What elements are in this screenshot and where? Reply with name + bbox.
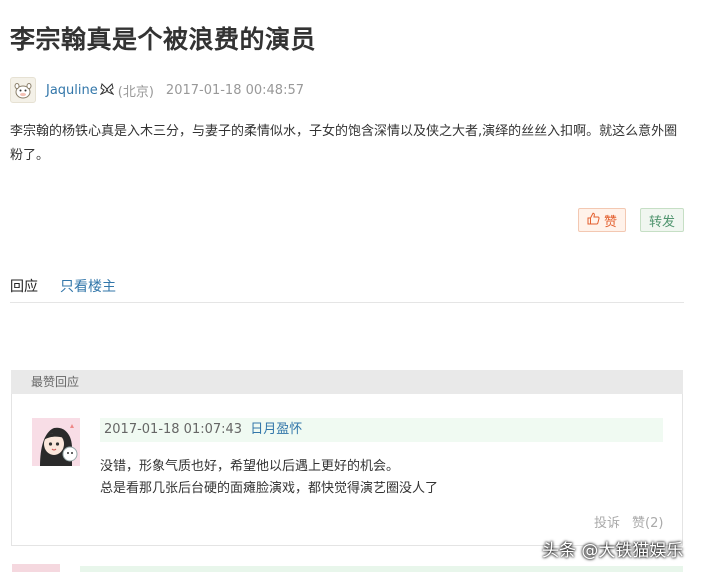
author-avatar[interactable] [10, 77, 36, 103]
reply-like-button[interactable]: 赞(2) [632, 512, 663, 531]
share-button[interactable]: 转发 [640, 208, 684, 232]
post-meta: Jaquline (北京) 2017-01-18 00:48:57 [10, 76, 304, 104]
watermark: 头条 @大铁猫娱乐 [542, 541, 684, 561]
reply-tabs: 回应 只看楼主 [10, 276, 116, 296]
next-reply-meta [80, 566, 683, 572]
post-title: 李宗翰真是个被浪费的演员 [10, 25, 317, 54]
report-button[interactable]: 投诉 [594, 512, 620, 531]
reply-line-2: 总是看那几张后台硬的面瘫脸演戏，都快觉得演艺圈没人了 [100, 481, 439, 496]
reply-line-1: 没错，形象气质也好，希望他以后遇上更好的机会。 [100, 459, 400, 474]
reply-username[interactable]: 日月盈怀 [250, 422, 302, 437]
reply-body: 没错，形象气质也好，希望他以后遇上更好的机会。 总是看那几张后台硬的面瘫脸演戏，… [100, 456, 660, 500]
author-location: (北京) [117, 84, 154, 100]
anime-avatar-icon [32, 418, 80, 466]
author-name[interactable]: Jaquline [46, 83, 98, 98]
hot-replies-header: 最赞回应 [11, 370, 683, 394]
tabs-divider [10, 302, 684, 303]
tab-replies[interactable]: 回应 [10, 276, 38, 296]
post-timestamp: 2017-01-18 00:48:57 [165, 82, 304, 98]
reply-actions: 投诉 赞(2) [594, 512, 663, 531]
butterfly-icon [99, 82, 115, 99]
like-label: 赞 [603, 214, 617, 230]
like-button[interactable]: 赞 [578, 208, 626, 232]
cow-avatar-icon [14, 83, 32, 99]
reply-timestamp: 2017-01-18 01:07:43 [104, 422, 243, 437]
next-reply-avatar[interactable] [12, 564, 60, 572]
thumbs-up-icon [587, 212, 600, 229]
reply-avatar[interactable] [32, 418, 80, 466]
reply-meta: 2017-01-18 01:07:43 日月盈怀 [100, 418, 663, 442]
tab-op-only[interactable]: 只看楼主 [60, 276, 116, 296]
post-body: 李宗翰的杨铁心真是入木三分，与妻子的柔情似水，子女的饱含深情以及侠之大者,演绎的… [10, 124, 678, 163]
